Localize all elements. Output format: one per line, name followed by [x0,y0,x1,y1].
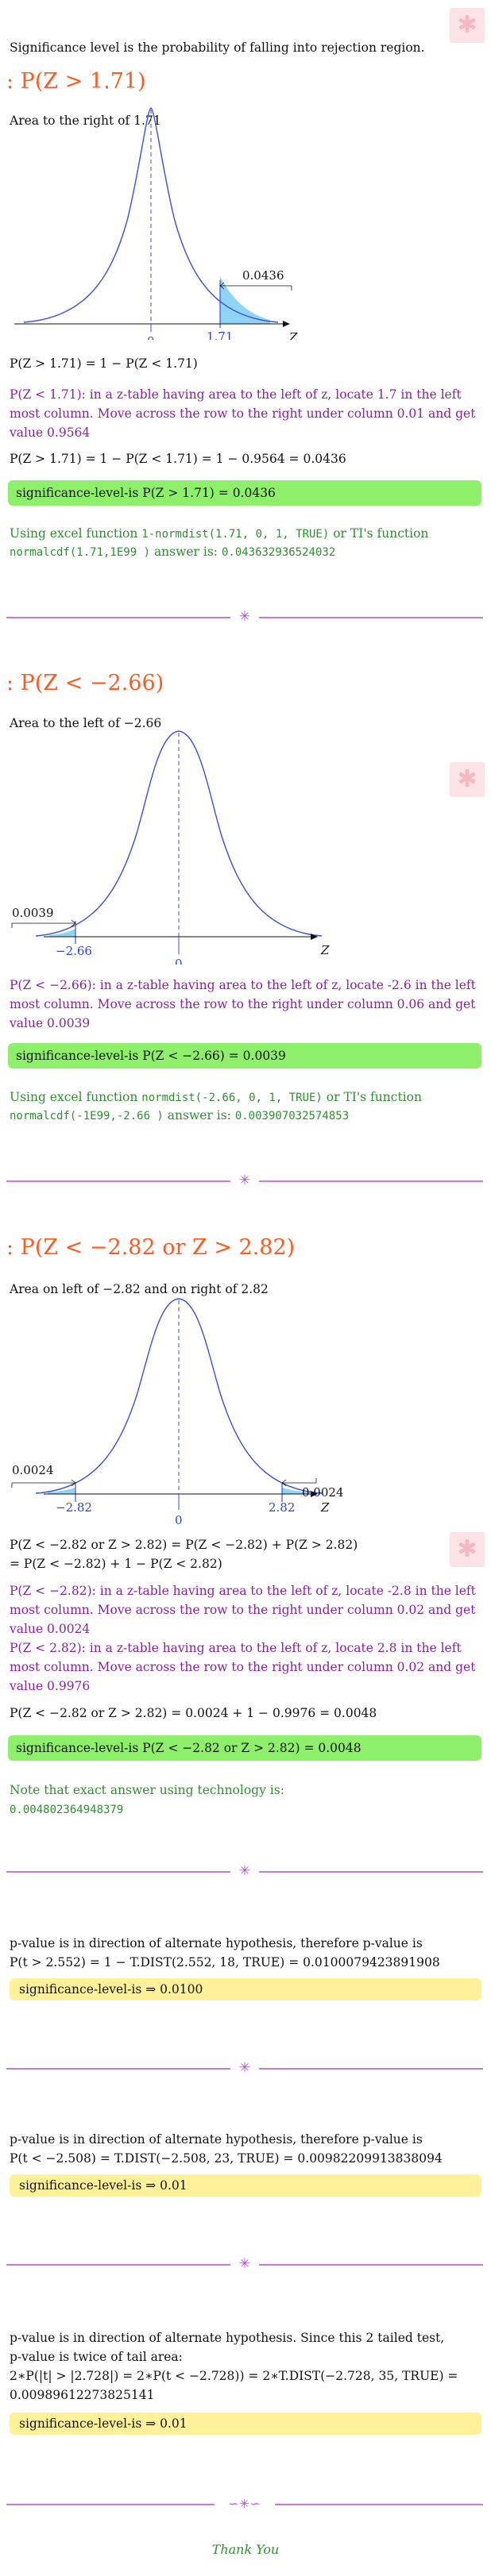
section1-note: P(Z < 1.71): in a z-table having area to… [10,387,476,440]
section1-eq2: P(Z > 1.71) = 1 − P(Z < 1.71) = 1 − 0.95… [10,452,346,466]
section-divider-2: ✳ [6,1172,483,1188]
section-divider-4: ✳ [6,2060,483,2076]
section3-eq1: P(Z < −2.82 or Z > 2.82) = P(Z < −2.82) … [10,1538,358,1552]
section1-answer-value: 0.043632936524032 [221,546,336,559]
closing-thank-you: Thank You [211,2542,280,2557]
section3-note2: P(Z < 2.82): in a z-table having area to… [10,1641,476,1693]
section6-line4: 0.00989612273825141 [10,2388,155,2402]
section5-line1: p-value is in direction of alternate hyp… [10,2132,423,2147]
section6-line2: p-value is twice of tail area: [10,2350,183,2364]
section6-line1: p-value is in direction of alternate hyp… [10,2331,445,2345]
section2-normal-curve-graph: 0.0039 −2.66 0 Z [11,730,330,965]
section1-z-label: 1.71 [207,329,233,340]
section-divider-1: ✳ [6,609,483,625]
section2-mean-label: 0 [175,957,183,965]
section2-axis-label: Z [320,943,330,957]
section6-line3: 2∗P(|t| > |2.728|) = 2∗P(t < −2.728)) = … [10,2369,458,2383]
section6-answer-box: significance-level-is ⇒ 0.01 [10,2412,481,2435]
section1-mean-label: 0 [147,334,155,340]
section2-area-label: 0.0039 [12,906,54,920]
section2-excel-code: normdist(-2.66, 0, 1, TRUE) [141,1092,323,1104]
section3-note1: P(Z < −2.82): in a z-table having area t… [10,1584,476,1636]
ornament-icon: ✳ [238,609,251,625]
ornament-icon: ∽✳∽ [228,2497,261,2511]
section3-title: : P(Z < −2.82 or Z > 2.82) [6,1235,296,1260]
section2-excel-line: Using excel function normdist(-2.66, 0, … [10,1088,481,1107]
section2-z-label: −2.66 [56,944,92,958]
section1-ti-line: normalcdf(1.71,1E99 ) answer is: 0.04363… [10,542,481,562]
ornament-icon: ✳ [238,2060,251,2076]
ornament-icon: ✳ [238,2256,251,2272]
section1-axis-label: Z [288,330,298,340]
section2-ti-line: normalcdf(-1E99,-2.66 ) answer is: 0.003… [10,1106,481,1126]
section3-exact-note: Note that exact answer using technology … [10,1783,284,1797]
section3-answer-box: significance-level-is P(Z < −2.82 or Z >… [8,1735,481,1761]
closing-divider: ∽✳∽ [6,2497,483,2511]
section1-normal-curve-graph: 0.0436 0 1.71 Z [14,107,298,340]
section1-area-label: 0.0436 [242,268,284,283]
section1-shaded-tail [220,276,270,324]
intro-text: Significance level is the probability of… [10,40,425,55]
section1-answer-label: answer is: [150,545,222,559]
section3-area-right-label: 0.0024 [302,1485,344,1500]
section1-ti-code: normalcdf(1.71,1E99 ) [10,546,151,559]
section3-z-right-label: 2.82 [269,1500,295,1515]
section2-note: P(Z < −2.66): in a z-table having area t… [10,978,476,1030]
section2-answer-value: 0.003907032574853 [234,1110,350,1122]
section3-eq2: P(Z < −2.82 or Z > 2.82) = 0.0024 + 1 − … [10,1706,377,1720]
section1-title: : P(Z > 1.71) [6,69,146,94]
section-divider-3: ✳ [6,1863,483,1879]
ornament-icon: ✳ [238,1863,251,1879]
section5-answer-box: significance-level-is ⇒ 0.01 [10,2174,481,2197]
section4-line2: P(t > 2.552) = 1 − T.DIST(2.552, 18, TRU… [10,1955,440,1970]
section1-excel-code: 1-normdist(1.71, 0, 1, TRUE) [141,528,330,541]
section2-answer-label: answer is: [163,1108,235,1122]
watermark-stamp-icon [450,8,485,43]
section1-answer-box: significance-level-is P(Z > 1.71) = 0.04… [8,480,481,506]
section3-normal-curve-graph: 0.0024 0.0024 −2.82 2.82 0 Z [11,1298,344,1527]
section1-eq1: P(Z > 1.71) = 1 − P(Z < 1.71) [10,356,198,371]
section4-line1: p-value is in direction of alternate hyp… [10,1936,423,1950]
section2-title: : P(Z < −2.66) [6,671,164,695]
section3-exact-value: 0.004802364948379 [10,1804,124,1816]
section2-ti-code: normalcdf(-1E99,-2.66 ) [10,1110,164,1122]
section3-mean-label: 0 [175,1513,183,1527]
section3-eq1b: = P(Z < −2.82) + 1 − P(Z < 2.82) [10,1557,222,1571]
section-divider-5: ✳ [6,2256,483,2272]
section3-z-left-label: −2.82 [56,1500,92,1515]
section4-answer-box: significance-level-is ⇒ 0.0100 [10,1978,481,2000]
section5-line2: P(t < −2.508) = T.DIST(−2.508, 23, TRUE)… [10,2151,443,2166]
ornament-icon: ✳ [238,1172,251,1188]
section1-excel-text-a: Using excel function [10,526,142,541]
section1-excel-line: Using excel function 1-normdist(1.71, 0,… [10,524,481,544]
section1-excel-text-b: or TI's function [329,526,429,541]
section3-exact-value-line: 0.004802364948379 [10,1800,481,1819]
section2-excel-text-b: or TI's function [322,1090,422,1104]
section2-excel-text-a: Using excel function [10,1090,142,1104]
section3-area-left-label: 0.0024 [12,1463,54,1477]
section3-axis-label: Z [320,1500,330,1515]
section2-answer-box: significance-level-is P(Z < −2.66) = 0.0… [8,1043,481,1069]
